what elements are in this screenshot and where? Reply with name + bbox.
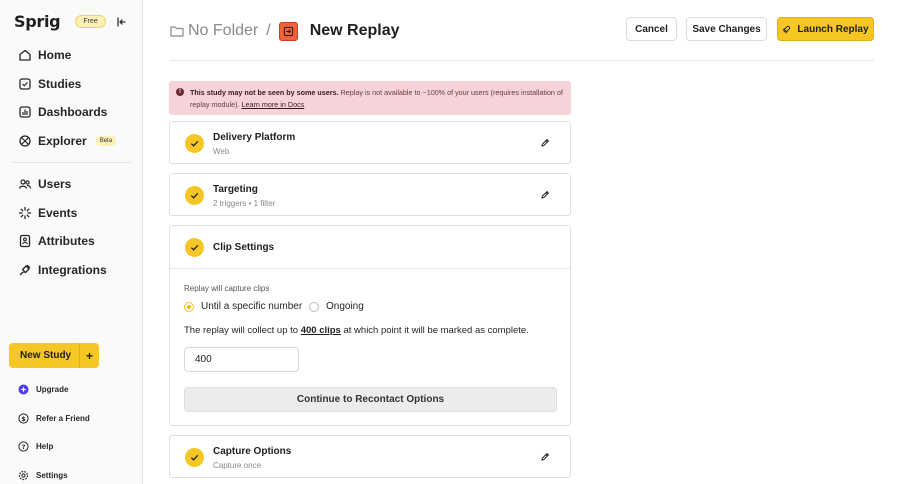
plus-icon[interactable]: + (79, 343, 99, 368)
svg-text:?: ? (22, 443, 26, 451)
sidebar-item-upgrade[interactable]: Upgrade (18, 382, 68, 396)
home-icon (19, 49, 31, 61)
sidebar-item-label: Help (36, 441, 54, 451)
beta-badge: Beta (95, 136, 117, 146)
alert-bold-text: This study may not be seen by some users… (190, 88, 339, 97)
card-title: Delivery Platform (213, 132, 296, 143)
check-icon (185, 134, 204, 153)
sidebar-item-label: Attributes (38, 234, 95, 248)
sprig-logo[interactable]: Sprig (14, 12, 61, 31)
page-title: New Replay (309, 22, 400, 39)
card-title: Capture Options (213, 446, 292, 457)
sidebar: Sprig Free Home Studies Dashboards Explo… (0, 0, 143, 484)
radio-specific-number[interactable]: Until a specific number (184, 301, 302, 312)
sidebar-item-integrations[interactable]: Integrations (18, 260, 107, 280)
header-divider (170, 60, 874, 61)
collect-text-post: at which point it will be marked as comp… (340, 325, 529, 336)
integrations-icon (19, 264, 31, 276)
collapse-sidebar-icon[interactable] (115, 16, 127, 28)
delivery-platform-card[interactable]: Delivery Platform Web (169, 121, 571, 164)
attributes-icon (19, 234, 31, 248)
check-icon (185, 186, 204, 205)
studies-icon (19, 78, 31, 90)
help-icon: ? (18, 440, 29, 452)
new-study-label: New Study (20, 350, 72, 361)
targeting-card[interactable]: Targeting 2 triggers • 1 filter (169, 173, 571, 216)
card-subtitle: Web (213, 147, 230, 156)
radio-ongoing[interactable]: Ongoing (309, 301, 364, 312)
events-icon (18, 206, 32, 220)
sidebar-item-studies[interactable]: Studies (18, 74, 81, 94)
check-icon (185, 448, 204, 467)
gear-icon (18, 470, 29, 480)
pencil-icon[interactable] (540, 452, 550, 462)
sidebar-item-dashboards[interactable]: Dashboards (18, 102, 107, 122)
sidebar-divider (12, 162, 131, 163)
radio-selected[interactable] (184, 301, 194, 312)
card-subtitle: 2 triggers • 1 filter (213, 199, 276, 208)
sidebar-item-events[interactable]: Events (18, 203, 77, 223)
sidebar-item-label: Studies (38, 77, 82, 91)
sidebar-item-help[interactable]: ? Help (18, 439, 53, 453)
sidebar-item-label: Settings (36, 470, 68, 480)
pencil-icon[interactable] (540, 138, 550, 148)
collect-value: 400 clips (300, 325, 341, 336)
sidebar-item-label: Dashboards (38, 105, 108, 119)
check-icon (185, 238, 204, 257)
sidebar-item-users[interactable]: Users (18, 174, 71, 194)
sidebar-item-home[interactable]: Home (18, 45, 71, 65)
collect-summary: The replay will collect up to 400 clips … (184, 325, 529, 336)
sidebar-item-attributes[interactable]: Attributes (18, 231, 95, 251)
availability-alert: ! This study may not be seen by some use… (169, 81, 571, 115)
alert-icon: ! (176, 88, 184, 96)
sidebar-item-label: Explorer (38, 134, 87, 148)
folder-name[interactable]: No Folder (188, 22, 258, 40)
sidebar-item-label: Integrations (38, 263, 107, 277)
sidebar-item-label: Refer a Friend (36, 413, 90, 423)
pencil-icon[interactable] (540, 190, 550, 200)
replay-icon (278, 21, 298, 41)
plan-badge: Free (75, 15, 106, 28)
clip-settings-card: Clip Settings Replay will capture clips … (169, 225, 571, 426)
page-header: No Folder / New Replay (170, 16, 400, 46)
explorer-icon (19, 135, 31, 147)
new-study-button[interactable]: New Study + (9, 343, 99, 368)
logo-row: Sprig Free (14, 12, 106, 31)
breadcrumb-separator: / (266, 22, 271, 39)
card-subtitle: Capture once (213, 461, 262, 470)
rocket-icon (782, 25, 791, 34)
dashboards-icon (19, 106, 31, 118)
sidebar-item-label: Home (38, 48, 72, 62)
sidebar-item-refer[interactable]: $ Refer a Friend (18, 411, 90, 425)
card-title: Targeting (213, 184, 258, 195)
folder-icon (170, 26, 184, 37)
save-changes-button[interactable]: Save Changes (686, 17, 767, 41)
clip-count-input[interactable] (184, 347, 299, 372)
launch-label: Launch Replay (797, 23, 869, 35)
sidebar-item-label: Events (38, 206, 78, 220)
launch-replay-button[interactable]: Launch Replay (777, 17, 874, 41)
radio-unselected[interactable] (309, 301, 319, 312)
continue-recontact-button[interactable]: Continue to Recontact Options (184, 387, 557, 412)
svg-text:$: $ (21, 415, 26, 423)
docs-link[interactable]: Learn more in Docs (242, 100, 305, 109)
clip-intro: Replay will capture clips (184, 284, 270, 293)
sidebar-item-settings[interactable]: Settings (18, 468, 68, 482)
radio-label: Until a specific number (201, 301, 303, 312)
collect-text-pre: The replay will collect up to (184, 325, 301, 336)
card-title: Clip Settings (213, 242, 275, 253)
radio-label: Ongoing (326, 301, 364, 312)
sidebar-item-label: Upgrade (36, 384, 69, 394)
sidebar-item-explorer[interactable]: Explorer Beta (18, 131, 117, 151)
refer-icon: $ (18, 412, 29, 424)
sidebar-item-label: Users (38, 177, 72, 191)
cancel-button[interactable]: Cancel (626, 17, 677, 41)
capture-options-card[interactable]: Capture Options Capture once (169, 435, 571, 478)
card-divider (170, 268, 570, 269)
users-icon (18, 179, 32, 189)
upgrade-icon (18, 384, 29, 394)
